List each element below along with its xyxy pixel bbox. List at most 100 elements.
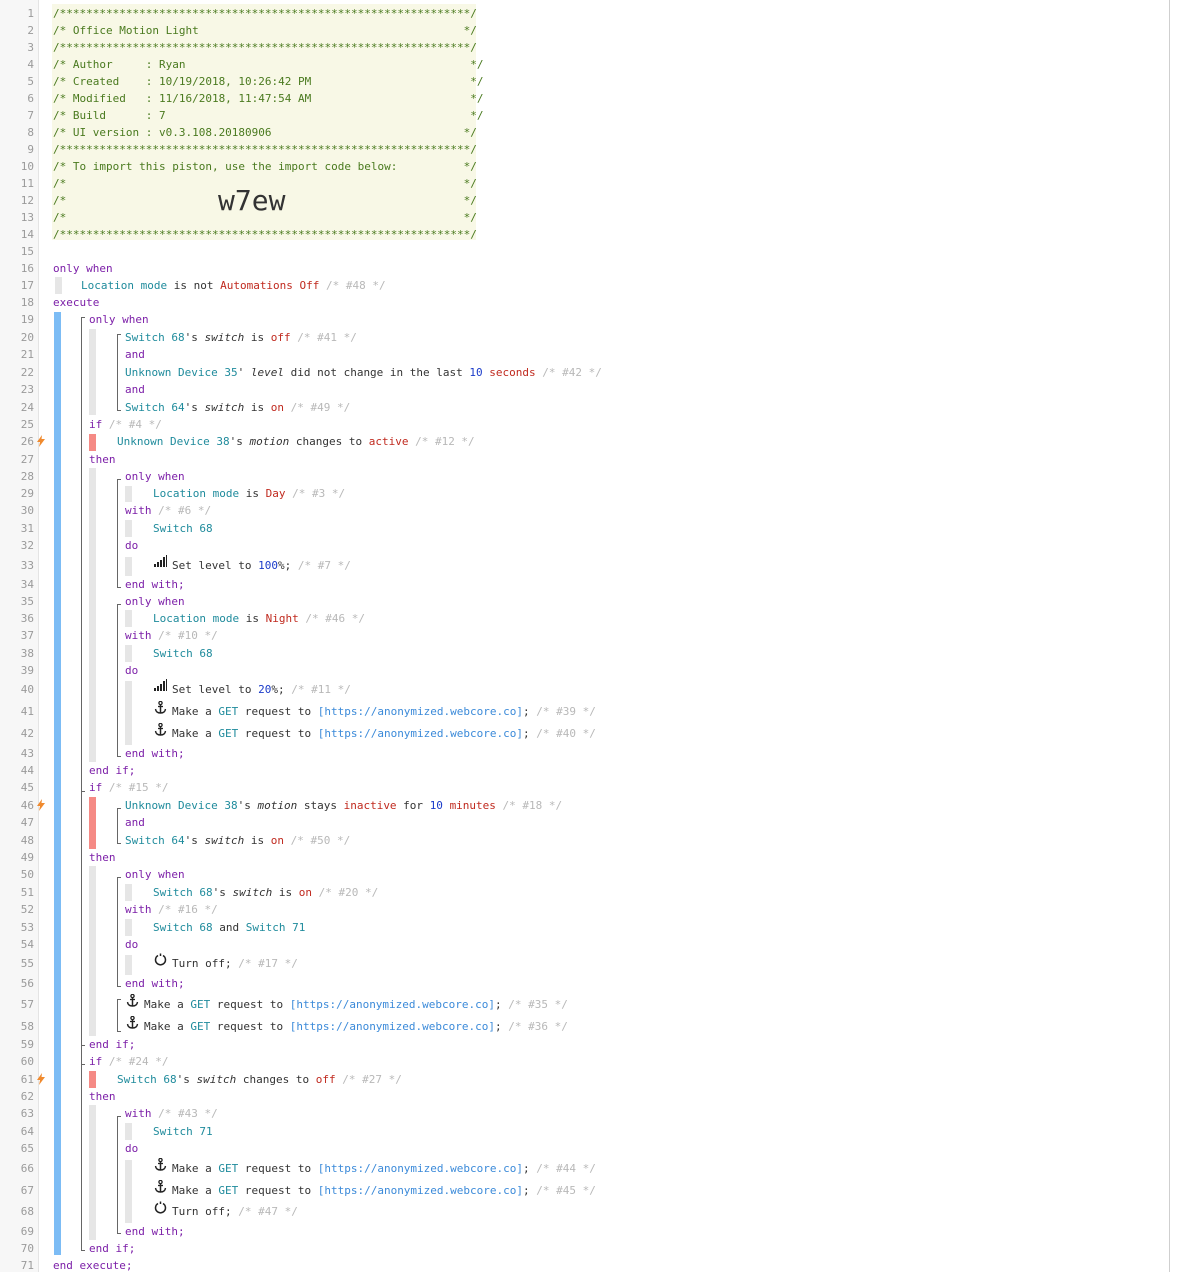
code-line[interactable]: 62 then bbox=[0, 1088, 1168, 1105]
code-line[interactable]: 57 Make a GET request to [https://anonymi… bbox=[0, 993, 1168, 1013]
code-line[interactable]: 26 Unknown Device 38's motion changes to … bbox=[0, 433, 1168, 450]
code-line[interactable]: 44 end if; bbox=[0, 762, 1168, 779]
code-text: Location mode is Day /* #3 */ bbox=[153, 487, 345, 500]
code-line[interactable]: 4 /* Author : Ryan */ bbox=[0, 56, 1168, 73]
code-line[interactable]: 6 /* Modified : 11/16/2018, 11:47:54 AM *… bbox=[0, 90, 1168, 107]
code-line[interactable]: 15 bbox=[0, 243, 1168, 260]
code-line[interactable]: 34 end with; bbox=[0, 576, 1168, 593]
code-line[interactable]: 13/* */ bbox=[0, 209, 1168, 226]
code-line[interactable]: 69 end with; bbox=[0, 1223, 1168, 1240]
code-line[interactable]: 70 end if; bbox=[0, 1240, 1168, 1257]
code-line[interactable]: 12/* */ bbox=[0, 192, 1168, 209]
code-line[interactable]: 10 /* To import this piston, use the impo… bbox=[0, 158, 1168, 175]
code-line[interactable]: 60 if /* #24 */ bbox=[0, 1053, 1168, 1070]
code-line[interactable]: 3 /**************************************… bbox=[0, 39, 1168, 56]
line-number: 64 bbox=[20, 1125, 34, 1138]
code-line[interactable]: 65 do bbox=[0, 1140, 1168, 1157]
code-text: then bbox=[89, 1090, 116, 1103]
code-line[interactable]: 17 Location mode is not Automations Off /… bbox=[0, 277, 1168, 294]
code-line[interactable]: 46 Unknown Device 38's motion stays inact… bbox=[0, 797, 1168, 814]
code-line[interactable]: 9 /**************************************… bbox=[0, 141, 1168, 158]
code-line[interactable]: 43 end with; bbox=[0, 745, 1168, 762]
code-line[interactable]: 49 then bbox=[0, 849, 1168, 866]
code-line[interactable]: 20 Switch 68's switch is off /* #41 */ bbox=[0, 329, 1168, 346]
token: if bbox=[89, 781, 103, 794]
code-line[interactable]: 53 Switch 68 and Switch 71 bbox=[0, 919, 1168, 936]
code-line[interactable]: 41 Make a GET request to [https://anonymi… bbox=[0, 700, 1168, 720]
code-line[interactable]: 54 do bbox=[0, 936, 1168, 953]
code-line[interactable]: 38 Switch 68 bbox=[0, 645, 1168, 662]
token: [https://anonymized.webcore.co] bbox=[317, 1162, 524, 1175]
restriction-bar bbox=[55, 277, 62, 294]
code-line[interactable]: 61 Switch 68's switch changes to off /* #… bbox=[0, 1071, 1168, 1088]
token: %; bbox=[271, 683, 285, 696]
code-line[interactable]: 40 Set level to 20%; /* #11 */ bbox=[0, 679, 1168, 698]
code-line[interactable]: 67 Make a GET request to [https://anonymi… bbox=[0, 1179, 1168, 1199]
bracket-tick bbox=[81, 791, 85, 792]
line-number: 9 bbox=[27, 143, 34, 156]
code-line[interactable]: 2 /* Office Motion Light */ bbox=[0, 22, 1168, 39]
code-line[interactable]: 28 only when bbox=[0, 468, 1168, 485]
code-line[interactable]: 51 Switch 68's switch is on /* #20 */ bbox=[0, 884, 1168, 901]
code-line[interactable]: 8 /* UI version : v0.3.108.20180906 */ bbox=[0, 124, 1168, 141]
code-line[interactable]: 1 /**************************************… bbox=[0, 5, 1168, 22]
token: Switch 68 bbox=[117, 1073, 177, 1086]
block-bar bbox=[125, 520, 132, 537]
code-line[interactable]: 25 if /* #4 */ bbox=[0, 416, 1168, 433]
token: 100 bbox=[258, 559, 278, 572]
code-line[interactable]: 66 Make a GET request to [https://anonymi… bbox=[0, 1157, 1168, 1177]
code-line[interactable]: 71 end execute; bbox=[0, 1257, 1168, 1272]
code-line[interactable]: 45 if /* #15 */ bbox=[0, 779, 1168, 796]
token: on bbox=[270, 834, 284, 847]
code-line[interactable]: 39 do bbox=[0, 662, 1168, 679]
code-line[interactable]: 55 Turn off; /* #17 */ bbox=[0, 953, 1168, 972]
code-line[interactable]: 35 only when bbox=[0, 593, 1168, 610]
code-line[interactable]: 56 end with; bbox=[0, 975, 1168, 992]
code-line[interactable]: 48 Switch 64's switch is on /* #50 */ bbox=[0, 832, 1168, 849]
code-text: Location mode is not Automations Off /* … bbox=[81, 279, 386, 292]
token: /* #4 */ bbox=[102, 418, 162, 431]
code-line[interactable]: 50 only when bbox=[0, 866, 1168, 883]
code-line[interactable]: 14 /*************************************… bbox=[0, 226, 1168, 243]
token: is bbox=[244, 401, 271, 414]
block-bracket bbox=[117, 604, 118, 756]
line-number: 63 bbox=[20, 1107, 34, 1120]
code-text: Location mode is Night /* #46 */ bbox=[153, 612, 365, 625]
code-text: Make a GET request to [https://anonymize… bbox=[172, 1162, 596, 1175]
code-line[interactable]: 19 only when bbox=[0, 311, 1168, 328]
code-line[interactable]: 58 Make a GET request to [https://anonymi… bbox=[0, 1015, 1168, 1035]
token: on bbox=[270, 401, 284, 414]
token: with bbox=[125, 629, 152, 642]
line-number: 6 bbox=[27, 92, 34, 105]
code-line[interactable]: 22 Unknown Device 35' level did not chang… bbox=[0, 364, 1168, 381]
code-line[interactable]: 7 /* Build : 7 */ bbox=[0, 107, 1168, 124]
token: /* #10 */ bbox=[151, 629, 218, 642]
code-text: with /* #6 */ bbox=[125, 504, 211, 517]
code-line[interactable]: 29 Location mode is Day /* #3 */ bbox=[0, 485, 1168, 502]
code-text: do bbox=[125, 539, 139, 552]
token: /* #20 */ bbox=[311, 886, 379, 899]
code-line[interactable]: 11/* */ bbox=[0, 175, 1168, 192]
code-line[interactable]: 21 and bbox=[0, 346, 1168, 363]
code-line[interactable]: 42 Make a GET request to [https://anonymi… bbox=[0, 722, 1168, 742]
code-line[interactable]: 31 Switch 68 bbox=[0, 520, 1168, 537]
code-line[interactable]: 16 only when bbox=[0, 260, 1168, 277]
code-line[interactable]: 68 Turn off; /* #47 */ bbox=[0, 1201, 1168, 1220]
line-number: 37 bbox=[20, 629, 34, 642]
code-line[interactable]: 27 then bbox=[0, 451, 1168, 468]
code-line[interactable]: 30 with /* #6 */ bbox=[0, 502, 1168, 519]
code-line[interactable]: 32 do bbox=[0, 537, 1168, 554]
code-line[interactable]: 18 execute bbox=[0, 294, 1168, 311]
code-line[interactable]: 5 /* Created : 10/19/2018, 10:26:42 PM */ bbox=[0, 73, 1168, 90]
line-number: 8 bbox=[27, 126, 34, 139]
code-line[interactable]: 64 Switch 71 bbox=[0, 1123, 1168, 1140]
code-line[interactable]: 52 with /* #16 */ bbox=[0, 901, 1168, 918]
code-line[interactable]: 36 Location mode is Night /* #46 */ bbox=[0, 610, 1168, 627]
code-line[interactable]: 33 Set level to 100%; /* #7 */ bbox=[0, 555, 1168, 574]
code-line[interactable]: 59 end if; bbox=[0, 1036, 1168, 1053]
code-line[interactable]: 47 and bbox=[0, 814, 1168, 831]
code-line[interactable]: 23 and bbox=[0, 381, 1168, 398]
code-line[interactable]: 37 with /* #10 */ bbox=[0, 627, 1168, 644]
code-line[interactable]: 63 with /* #43 */ bbox=[0, 1105, 1168, 1122]
code-line[interactable]: 24 Switch 64's switch is on /* #49 */ bbox=[0, 399, 1168, 416]
